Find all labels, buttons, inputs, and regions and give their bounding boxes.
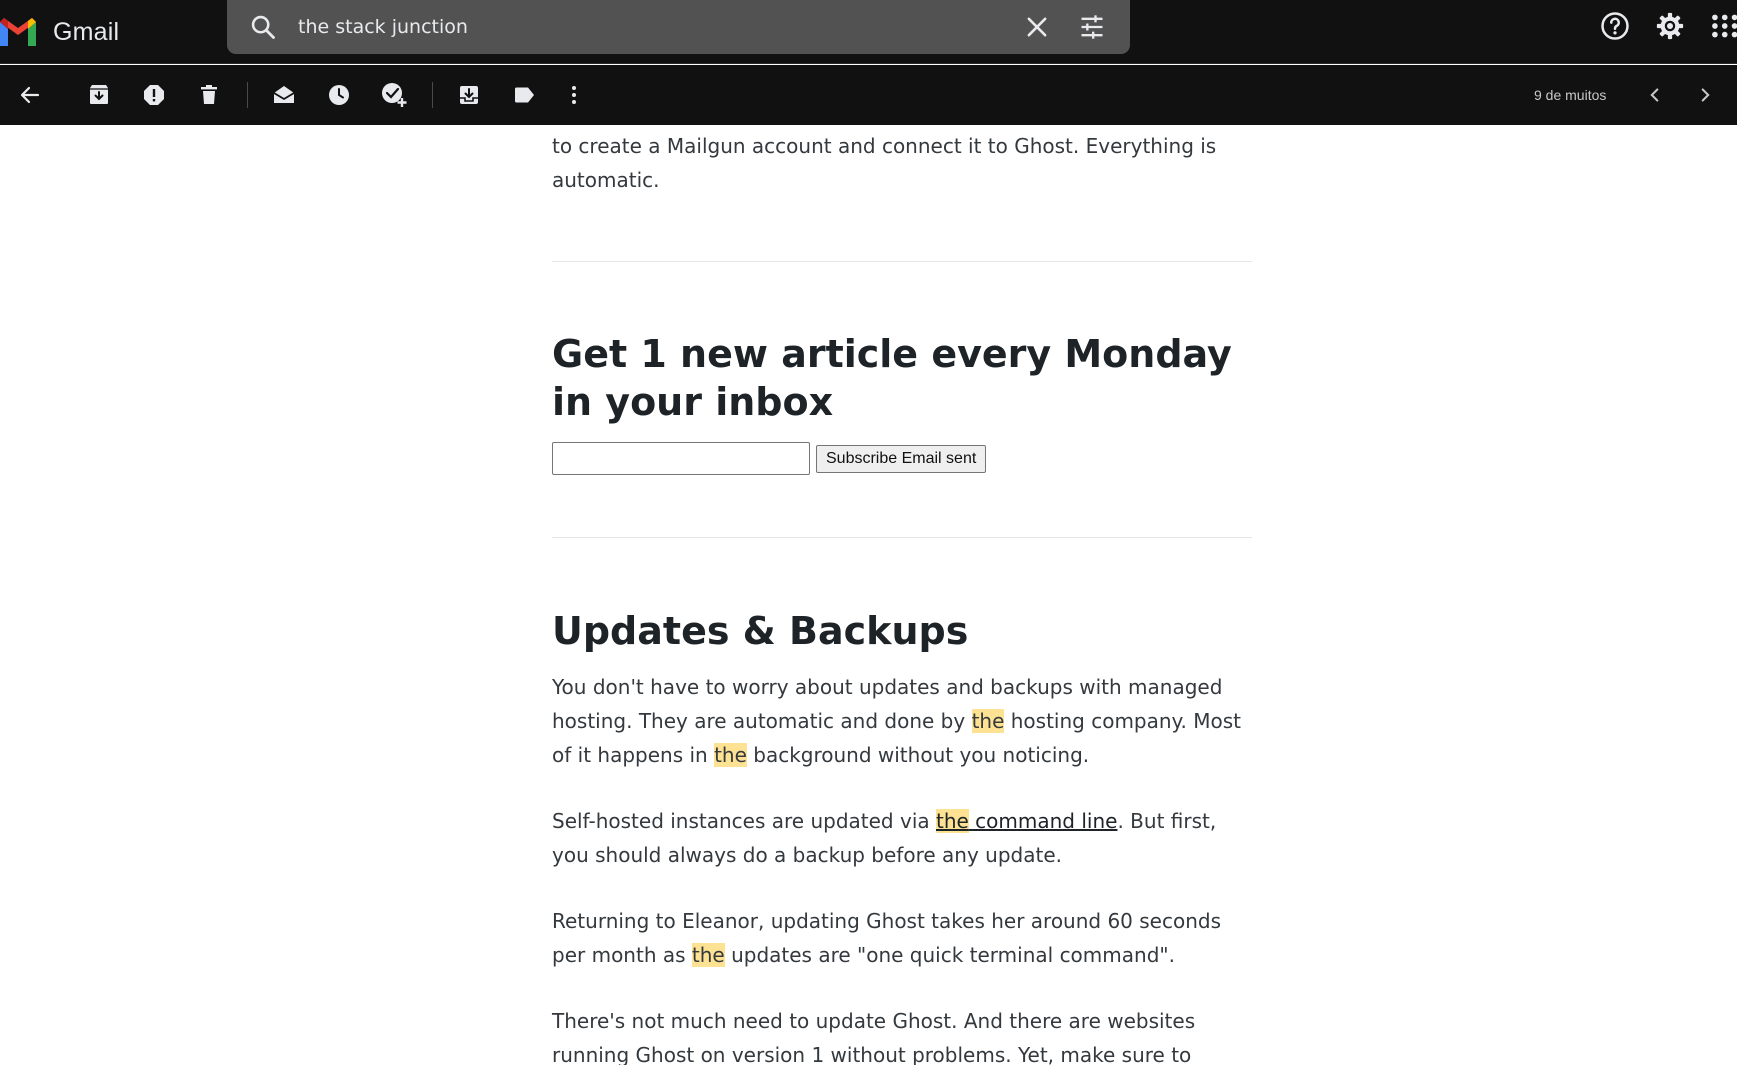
search-highlight: the	[971, 709, 1005, 733]
add-to-tasks-button[interactable]	[381, 82, 407, 108]
search-options-icon[interactable]	[1078, 13, 1106, 41]
subscribe-email-input[interactable]	[552, 442, 810, 475]
command-line-link[interactable]: the command line	[935, 809, 1118, 833]
archive-icon	[90, 85, 108, 104]
back-button[interactable]	[17, 82, 43, 108]
chevron-left-icon	[1650, 88, 1659, 102]
snooze-button[interactable]	[326, 82, 352, 108]
delete-icon	[201, 85, 217, 104]
label-icon	[515, 87, 534, 103]
toolbar-divider	[432, 82, 433, 108]
add-to-tasks-icon	[382, 83, 407, 107]
gmail-logo-icon	[0, 18, 36, 46]
text-run: updates are "one quick terminal command"…	[724, 943, 1175, 967]
section-divider	[552, 261, 1252, 262]
updates-paragraph-1: You don't have to worry about updates an…	[552, 670, 1252, 772]
updates-paragraph-4: There's not much need to update Ghost. A…	[552, 1009, 1196, 1065]
gmail-logo[interactable]: Gmail	[0, 8, 119, 56]
subscribe-form: Subscribe Email sent	[552, 442, 1252, 475]
mark-unread-icon	[273, 86, 295, 103]
search-highlight: the	[935, 809, 969, 833]
archive-button[interactable]	[86, 82, 112, 108]
section-divider	[552, 537, 1252, 538]
older-button[interactable]	[1642, 82, 1668, 108]
report-spam-icon	[144, 85, 164, 105]
move-to-icon	[460, 86, 478, 104]
link-text: command line	[968, 809, 1118, 833]
message-toolbar: 9 de muitos	[0, 65, 1737, 125]
settings-icon[interactable]	[1655, 11, 1685, 41]
search-input[interactable]: the stack junction	[298, 13, 468, 41]
clear-search-icon[interactable]	[1023, 13, 1051, 41]
subscribe-button[interactable]: Subscribe Email sent	[816, 444, 987, 473]
updates-paragraph-2: Self-hosted instances are updated via th…	[552, 804, 1252, 872]
mark-unread-button[interactable]	[271, 82, 297, 108]
label-button[interactable]	[511, 82, 537, 108]
move-to-button[interactable]	[456, 82, 482, 108]
report-spam-button[interactable]	[141, 82, 167, 108]
search-icon[interactable]	[249, 13, 277, 41]
app-name: Gmail	[53, 17, 120, 46]
help-icon[interactable]	[1600, 11, 1630, 41]
toolbar-divider	[247, 82, 248, 108]
updates-paragraph-3: Returning to Eleanor, updating Ghost tak…	[552, 904, 1252, 972]
delete-button[interactable]	[196, 82, 222, 108]
newer-button[interactable]	[1692, 82, 1718, 108]
section-heading: Updates & Backups	[552, 609, 969, 653]
more-vert-icon	[572, 86, 576, 104]
back-arrow-icon	[20, 86, 40, 104]
search-bar[interactable]: the stack junction	[227, 0, 1130, 54]
chevron-right-icon	[1701, 88, 1710, 102]
text-run: Self-hosted instances are updated via	[552, 809, 936, 833]
intro-paragraph: to create a Mailgun account and connect …	[552, 134, 1217, 192]
text-run: background without you noticing.	[746, 743, 1090, 767]
top-header: Gmail the stack junction	[0, 0, 1737, 64]
pager-count: 9 de muitos	[1534, 87, 1607, 103]
search-highlight: the	[714, 743, 747, 767]
search-highlight: the	[691, 943, 725, 967]
email-body: to create a Mailgun account and connect …	[552, 125, 1252, 1065]
apps-icon[interactable]	[1710, 11, 1737, 41]
snooze-icon	[329, 85, 349, 105]
more-options-button[interactable]	[561, 82, 587, 108]
subscribe-heading: Get 1 new article every Monday in your i…	[552, 332, 1232, 424]
